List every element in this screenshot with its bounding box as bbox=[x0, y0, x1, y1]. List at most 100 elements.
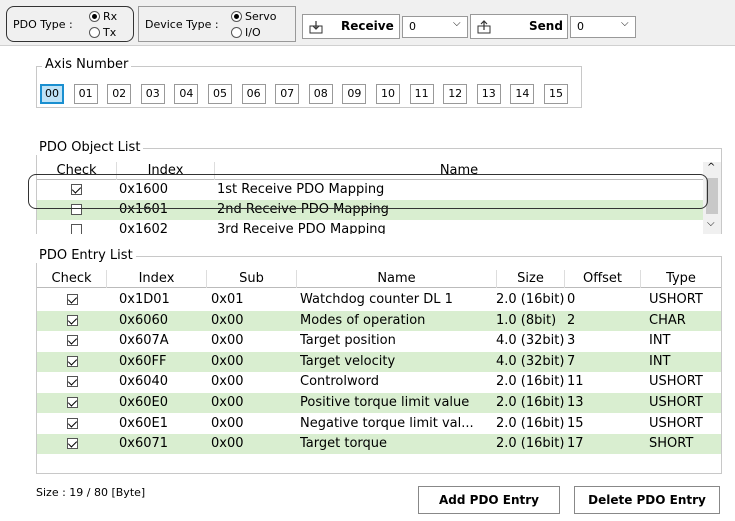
row-name: Positive torque limit value bbox=[300, 395, 470, 410]
axis-button-09[interactable]: 09 bbox=[342, 84, 367, 104]
axis-button-10[interactable]: 10 bbox=[376, 84, 400, 104]
pdo-object-row[interactable]: 0x1600 1st Receive PDO Mapping bbox=[37, 180, 703, 200]
device-type-group: Device Type : Servo I/O bbox=[138, 6, 296, 42]
row-index: 0x60E1 bbox=[119, 415, 168, 431]
checkbox-icon bbox=[67, 294, 78, 305]
row-checkbox[interactable] bbox=[67, 372, 87, 392]
col-type-header[interactable]: Type bbox=[641, 270, 721, 288]
axis-button-14[interactable]: 14 bbox=[510, 84, 535, 104]
send-count-select[interactable]: 0 ⌵ bbox=[570, 16, 636, 38]
checkbox-icon bbox=[67, 397, 78, 408]
pdo-entry-row[interactable]: 0x60E0 0x00 Positive torque limit value 2.0… bbox=[37, 393, 721, 413]
row-checkbox[interactable] bbox=[71, 200, 91, 220]
pdo-object-scrollbar[interactable]: ^ ⌵ bbox=[703, 162, 721, 234]
row-checkbox[interactable] bbox=[67, 434, 87, 454]
row-checkbox[interactable] bbox=[71, 180, 91, 200]
axis-button-06[interactable]: 06 bbox=[241, 84, 266, 104]
pdo-entry-row[interactable]: 0x6040 0x00 Controlword 2.0 (16bit) 11 USHORT bbox=[37, 372, 721, 393]
col-name-header[interactable]: Name bbox=[297, 270, 497, 288]
pdo-object-row[interactable]: 0x1601 2nd Receive PDO Mapping bbox=[37, 200, 703, 220]
send-button[interactable]: Send bbox=[470, 14, 568, 39]
device-type-io-radio[interactable]: I/O bbox=[231, 25, 261, 39]
scroll-thumb[interactable] bbox=[706, 178, 718, 214]
row-sub: 0x00 bbox=[211, 333, 244, 349]
pdo-entry-row[interactable]: 0x60FF 0x00 Target velocity 4.0 (32bit) 7 INT bbox=[37, 351, 721, 372]
row-offset: 11 bbox=[567, 374, 584, 390]
row-type: INT bbox=[649, 333, 671, 349]
col-offset-header[interactable]: Offset bbox=[565, 270, 641, 288]
axis-button-07[interactable]: 07 bbox=[275, 84, 300, 104]
checkbox-icon bbox=[67, 355, 78, 367]
axis-button-13[interactable]: 13 bbox=[476, 84, 501, 104]
axis-button-00[interactable]: 00 bbox=[40, 84, 64, 104]
axis-button-03[interactable]: 03 bbox=[140, 84, 165, 104]
row-name: Controlword bbox=[300, 374, 379, 390]
row-checkbox[interactable] bbox=[67, 290, 87, 310]
delete-pdo-entry-button[interactable]: Delete PDO Entry bbox=[574, 486, 720, 514]
pdo-entry-row[interactable]: 0x6071 0x00 Target torque 2.0 (16bit) 17 SHOR… bbox=[37, 434, 721, 455]
device-type-servo-radio[interactable]: Servo bbox=[231, 9, 277, 23]
col-index-header[interactable]: Index bbox=[117, 162, 215, 180]
col-size-header[interactable]: Size bbox=[497, 270, 565, 288]
axis-button-11[interactable]: 11 bbox=[409, 84, 434, 104]
row-offset: 13 bbox=[567, 395, 584, 410]
row-name: Target position bbox=[300, 333, 396, 349]
pdo-entry-row[interactable]: 0x6060 0x00 Modes of operation 1.0 (8bit) 2 C… bbox=[37, 310, 721, 331]
pdo-type-group: PDO Type : Rx Tx bbox=[6, 6, 134, 42]
toolbar: PDO Type : Rx Tx Device Type : Servo I/O… bbox=[0, 0, 735, 46]
col-name-header[interactable]: Name bbox=[215, 162, 703, 180]
row-index: 0x1600 bbox=[119, 182, 169, 197]
row-checkbox[interactable] bbox=[67, 311, 87, 331]
row-sub: 0x00 bbox=[211, 415, 244, 431]
chevron-down-icon: ⌵ bbox=[621, 18, 629, 29]
axis-button-02[interactable]: 02 bbox=[107, 84, 132, 104]
row-sub: 0x00 bbox=[211, 374, 244, 390]
row-size: 1.0 (8bit) bbox=[496, 312, 557, 328]
row-type: CHAR bbox=[649, 312, 686, 328]
pdo-object-header: Check Index Name bbox=[37, 162, 703, 180]
row-offset: 2 bbox=[567, 312, 576, 328]
col-sub-header[interactable]: Sub bbox=[207, 270, 297, 288]
add-pdo-entry-button[interactable]: Add PDO Entry bbox=[418, 486, 560, 514]
scroll-down-icon[interactable]: ⌵ bbox=[707, 218, 715, 229]
row-index: 0x60E0 bbox=[119, 395, 168, 410]
row-type: USHORT bbox=[649, 292, 703, 307]
checkbox-icon bbox=[67, 314, 78, 326]
axis-button-05[interactable]: 05 bbox=[208, 84, 232, 104]
axis-button-01[interactable]: 01 bbox=[73, 84, 98, 104]
receive-button[interactable]: Receive bbox=[302, 14, 400, 39]
receive-count-select[interactable]: 0 ⌵ bbox=[402, 16, 468, 38]
row-checkbox[interactable] bbox=[71, 220, 91, 234]
row-index: 0x6060 bbox=[119, 312, 169, 328]
pdo-type-rx-radio[interactable]: Rx bbox=[89, 9, 117, 23]
col-check-header[interactable]: Check bbox=[37, 270, 107, 288]
pdo-object-row[interactable]: 0x1602 3rd Receive PDO Mapping bbox=[37, 220, 703, 234]
pdo-entry-row[interactable]: 0x1D01 0x01 Watchdog counter DL 1 2.0 (16bi… bbox=[37, 290, 721, 310]
pdo-type-tx-radio[interactable]: Tx bbox=[89, 25, 116, 39]
row-index: 0x6040 bbox=[119, 374, 169, 390]
pdo-entry-row[interactable]: 0x607A 0x00 Target position 4.0 (32bit) 3 INT bbox=[37, 331, 721, 352]
row-name: Watchdog counter DL 1 bbox=[300, 292, 453, 307]
axis-button-12[interactable]: 12 bbox=[443, 84, 468, 104]
row-size: 2.0 (16bit) bbox=[496, 395, 565, 410]
pdo-entry-row[interactable]: 0x60E1 0x00 Negative torque limit val... 2.… bbox=[37, 413, 721, 434]
axis-button-08[interactable]: 08 bbox=[308, 84, 333, 104]
size-status: Size : 19 / 80 [Byte] bbox=[36, 486, 146, 499]
row-offset: 0 bbox=[567, 292, 576, 307]
row-checkbox[interactable] bbox=[67, 352, 87, 372]
axis-button-15[interactable]: 15 bbox=[544, 84, 568, 104]
row-offset: 15 bbox=[567, 415, 584, 431]
checkbox-icon bbox=[71, 204, 82, 215]
radio-icon bbox=[231, 11, 242, 22]
row-checkbox[interactable] bbox=[67, 414, 87, 434]
col-check-header[interactable]: Check bbox=[37, 162, 117, 180]
row-checkbox[interactable] bbox=[67, 393, 87, 413]
row-offset: 7 bbox=[567, 353, 576, 369]
axis-button-04[interactable]: 04 bbox=[174, 84, 199, 104]
row-sub: 0x01 bbox=[211, 292, 244, 307]
row-checkbox[interactable] bbox=[67, 331, 87, 351]
col-index-header[interactable]: Index bbox=[107, 270, 207, 288]
scroll-up-icon[interactable]: ^ bbox=[707, 162, 715, 173]
row-sub: 0x00 bbox=[211, 312, 244, 328]
axis-number-title: Axis Number bbox=[42, 57, 132, 72]
